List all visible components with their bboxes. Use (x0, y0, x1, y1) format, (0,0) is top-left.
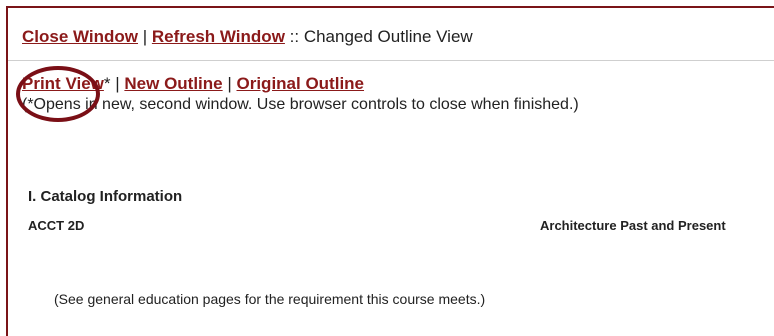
catalog-section-title: I. Catalog Information (28, 188, 183, 205)
window-toolbar: Close Window | Refresh Window :: Changed… (22, 27, 473, 47)
original-outline-link[interactable]: Original Outline (237, 74, 365, 93)
course-title: Architecture Past and Present (540, 218, 726, 233)
new-outline-link[interactable]: New Outline (124, 74, 222, 93)
window-frame (6, 6, 774, 336)
general-education-note: (See general education pages for the req… (54, 291, 486, 307)
annotation-circle (16, 66, 100, 122)
refresh-window-link[interactable]: Refresh Window (152, 27, 285, 46)
view-label: :: Changed Outline View (284, 27, 473, 46)
course-code: ACCT 2D (28, 218, 85, 233)
view-separator: | (110, 74, 125, 93)
print-view-note: (*Opens in new, second window. Use brows… (22, 96, 579, 113)
close-window-link[interactable]: Close Window (22, 27, 138, 46)
print-view-asterisk: * (103, 74, 111, 93)
header-divider (8, 60, 774, 61)
view-separator: | (222, 74, 237, 93)
toolbar-separator: | (138, 27, 152, 46)
